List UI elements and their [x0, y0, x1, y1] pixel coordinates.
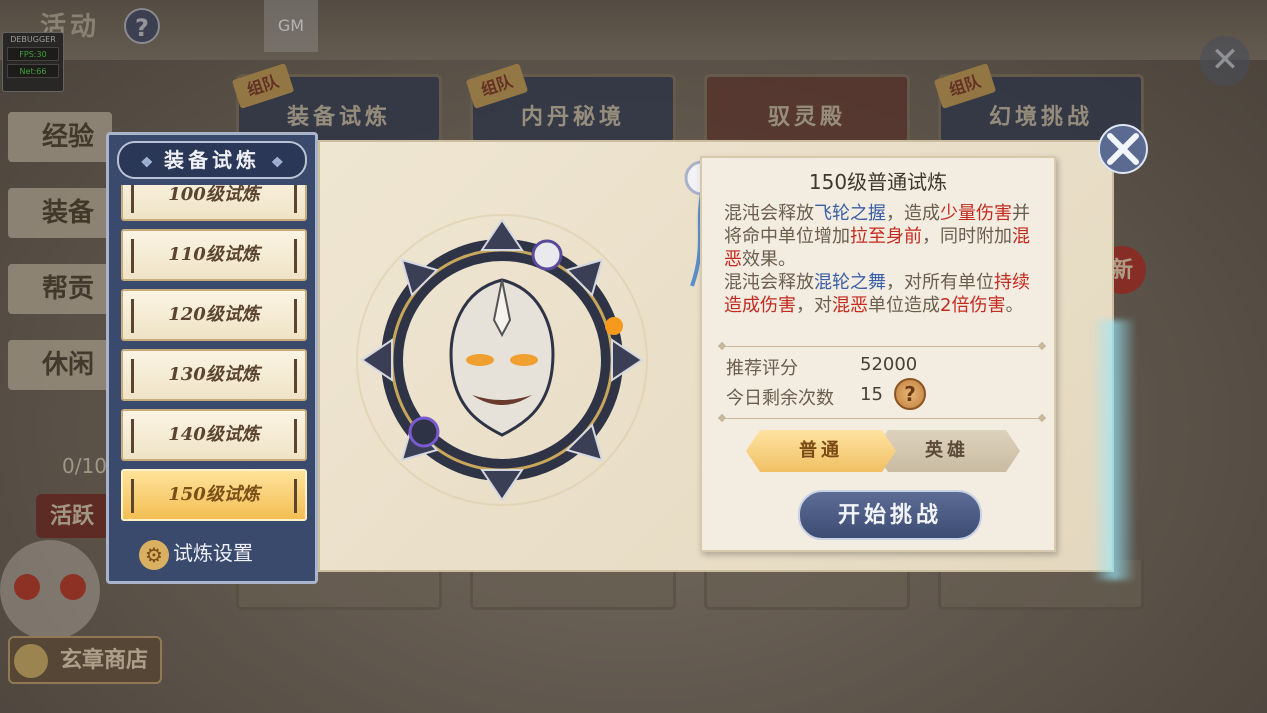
level-item-140[interactable]: 140级试炼 — [121, 409, 307, 461]
level-list[interactable]: 100级试炼 110级试炼 120级试炼 130级试炼 140级试炼 150级试… — [115, 185, 309, 527]
list-title-bar: ❖ 装备试炼 ❖ — [117, 141, 307, 179]
ornament-icon: ❖ — [140, 155, 154, 171]
start-challenge-button[interactable]: 开始挑战 — [798, 490, 982, 540]
level-item-130[interactable]: 130级试炼 — [121, 349, 307, 401]
trial-title: 150级普通试炼 — [808, 170, 948, 194]
divider — [722, 418, 1042, 419]
damage-keyword: 少量伤害 — [940, 203, 1012, 224]
level-item-120[interactable]: 120级试炼 — [121, 289, 307, 341]
spirit-glow — [1092, 320, 1136, 580]
skill-name: 混轮之舞 — [814, 272, 886, 293]
level-list-panel: ❖ 装备试炼 ❖ 100级试炼 110级试炼 120级试炼 130级试炼 140… — [106, 132, 318, 584]
level-item-100[interactable]: 100级试炼 — [121, 185, 307, 221]
level-item-150-selected[interactable]: 150级试炼 — [121, 469, 307, 521]
help-icon[interactable]: ? — [894, 378, 926, 410]
multiplier-keyword: 2倍伤害 — [940, 295, 1006, 316]
remaining-count-label: 今日剩余次数 — [726, 388, 834, 409]
list-title: 装备试炼 — [164, 148, 260, 172]
trial-settings-label: 试炼设置 — [173, 541, 253, 565]
recommend-score-value: 52000 — [860, 354, 918, 375]
gear-icon: ⚙ — [139, 539, 169, 570]
status-keyword: 混恶 — [832, 295, 868, 316]
remaining-count-value: 15 — [860, 384, 883, 405]
recommend-score-label: 推荐评分 — [726, 358, 798, 379]
trial-settings-button[interactable]: ⚙ 试炼设置 — [139, 537, 253, 570]
skill-name: 飞轮之握 — [814, 203, 886, 224]
trial-info-card: 150级普通试炼 混沌会释放飞轮之握，造成少量伤害并将命中单位增加拉至身前，同时… — [700, 156, 1056, 552]
pull-keyword: 拉至身前 — [850, 226, 922, 247]
boss-skill-description: 混沌会释放飞轮之握，造成少量伤害并将命中单位增加拉至身前，同时附加混恶效果。 混… — [724, 203, 1030, 316]
difficulty-toggle: 英雄 普通 — [746, 430, 1020, 474]
close-modal-icon[interactable] — [1094, 120, 1152, 178]
boss-mask-icon — [356, 214, 648, 506]
ornament-icon: ❖ — [270, 155, 284, 171]
difficulty-normal-button[interactable]: 普通 — [746, 430, 896, 472]
divider — [722, 346, 1042, 347]
level-item-110[interactable]: 110级试炼 — [121, 229, 307, 281]
